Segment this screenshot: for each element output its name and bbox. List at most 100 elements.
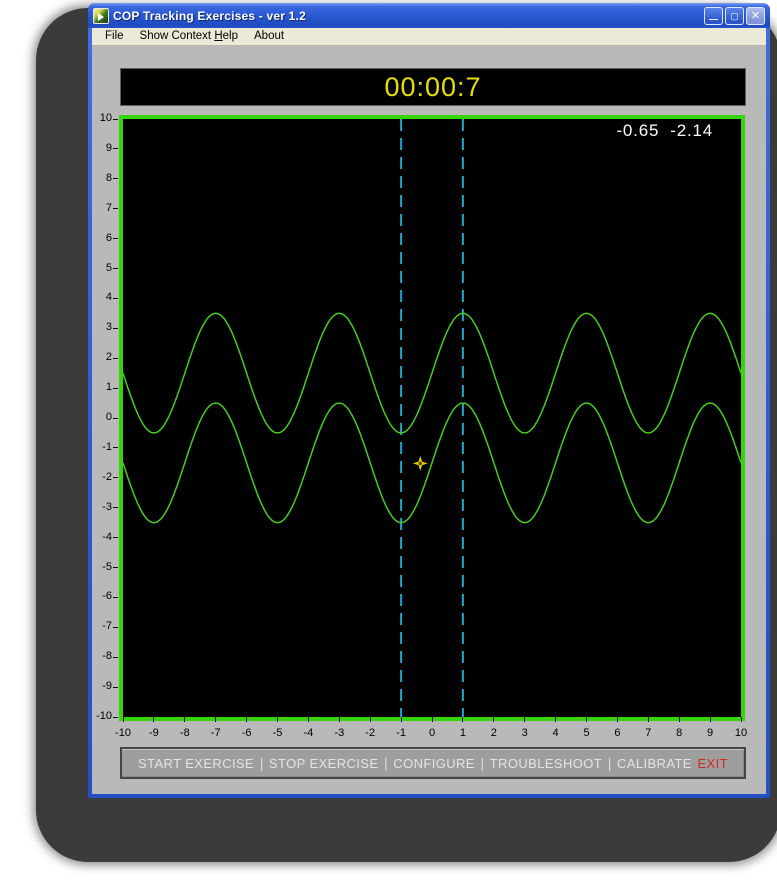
y-tick-mark <box>113 268 118 269</box>
y-tick-mark <box>113 657 118 658</box>
menu-item-about[interactable]: About <box>246 29 292 44</box>
y-tick-mark <box>113 687 118 688</box>
window-title: COP Tracking Exercises - ver 1.2 <box>113 9 704 23</box>
x-tick-label: 1 <box>448 727 478 740</box>
x-tick-label: -10 <box>108 727 138 740</box>
app-window: COP Tracking Exercises - ver 1.2 — ▢ ✕ F… <box>88 3 770 798</box>
lower-target-sine <box>123 403 741 523</box>
y-tick-label: -9 <box>92 680 112 693</box>
toolbar-button-troubleshoot[interactable]: TROUBLESHOOT <box>490 756 602 771</box>
y-tick-label: 3 <box>92 321 112 334</box>
cursor-readout: -0.65 -2.14 <box>616 121 713 141</box>
toolbar-button-configure[interactable]: CONFIGURE <box>393 756 475 771</box>
y-tick-mark <box>113 537 118 538</box>
close-button[interactable]: ✕ <box>746 7 765 25</box>
toolbar-button-exit[interactable]: EXIT <box>697 756 728 771</box>
toolbar-button-stop-exercise[interactable]: STOP EXERCISE <box>269 756 378 771</box>
x-tick-label: -2 <box>355 727 385 740</box>
x-tick-label: 8 <box>664 727 694 740</box>
close-icon: ✕ <box>751 10 760 22</box>
upper-target-sine <box>123 313 741 433</box>
menu-bar: File Show Context Help About <box>92 28 766 46</box>
x-tick-label: -6 <box>232 727 262 740</box>
cop-cursor-marker-center <box>419 462 422 465</box>
toolbar-separator: | <box>480 755 484 771</box>
y-tick-mark <box>113 178 118 179</box>
maximize-button[interactable]: ▢ <box>725 7 744 25</box>
toolbar-button-calibrate[interactable]: CALIBRATE <box>617 756 692 771</box>
y-tick-label: -7 <box>92 620 112 633</box>
y-tick-label: -3 <box>92 501 112 514</box>
y-tick-label: 0 <box>92 411 112 424</box>
menu-item-show-context-help[interactable]: Show Context Help <box>132 29 246 44</box>
timer-value: 00:00:7 <box>384 72 481 103</box>
x-tick-label: -8 <box>170 727 200 740</box>
x-tick-label: 9 <box>695 727 725 740</box>
minimize-button[interactable]: — <box>704 7 723 25</box>
y-tick-label: -6 <box>92 590 112 603</box>
x-tick-label: -7 <box>201 727 231 740</box>
minimize-icon: — <box>709 11 718 27</box>
toolbar-separator: | <box>260 755 264 771</box>
maximize-icon: ▢ <box>730 11 739 21</box>
x-tick-label: -5 <box>263 727 293 740</box>
y-tick-label: -10 <box>92 710 112 723</box>
y-tick-label: 6 <box>92 232 112 245</box>
y-tick-mark <box>113 358 118 359</box>
x-tick-label: -4 <box>293 727 323 740</box>
y-tick-mark <box>113 238 118 239</box>
x-tick-label: 7 <box>633 727 663 740</box>
y-tick-label: 5 <box>92 262 112 275</box>
y-tick-label: -8 <box>92 650 112 663</box>
y-tick-mark <box>113 148 118 149</box>
menu-item-label: elp <box>223 30 238 42</box>
y-tick-mark <box>113 477 118 478</box>
y-tick-mark <box>113 388 118 389</box>
y-tick-mark <box>113 567 118 568</box>
toolbar-separator: | <box>608 755 612 771</box>
y-tick-label: 2 <box>92 351 112 364</box>
y-tick-label: 9 <box>92 142 112 155</box>
x-tick-label: 0 <box>417 727 447 740</box>
y-tick-label: -2 <box>92 471 112 484</box>
y-tick-mark <box>113 208 118 209</box>
toolbar: START EXERCISE | STOP EXERCISE | CONFIGURE | T… <box>120 747 746 779</box>
app-icon <box>93 8 109 24</box>
y-tick-label: -4 <box>92 531 112 544</box>
client-area: 00:00:7 -0.65 -2.14 109876543210-1-2-3-4… <box>92 46 766 794</box>
y-tick-label: 7 <box>92 202 112 215</box>
y-tick-mark <box>113 447 118 448</box>
y-tick-label: -5 <box>92 561 112 574</box>
x-tick-label: 10 <box>726 727 756 740</box>
y-tick-mark <box>113 507 118 508</box>
y-tick-mark <box>113 328 118 329</box>
y-tick-label: -1 <box>92 441 112 454</box>
x-tick-label: -3 <box>324 727 354 740</box>
y-tick-label: 4 <box>92 291 112 304</box>
menu-item-file[interactable]: File <box>97 29 132 44</box>
toolbar-button-start-exercise[interactable]: START EXERCISE <box>138 756 254 771</box>
title-bar[interactable]: COP Tracking Exercises - ver 1.2 — ▢ ✕ <box>88 3 770 28</box>
plot-canvas[interactable] <box>123 119 741 717</box>
x-tick-label: 2 <box>479 727 509 740</box>
y-tick-label: 8 <box>92 172 112 185</box>
window-controls: — ▢ ✕ <box>704 7 765 25</box>
x-tick-label: -9 <box>139 727 169 740</box>
toolbar-separator: | <box>384 755 388 771</box>
y-tick-mark <box>113 119 118 120</box>
x-tick-label: 5 <box>572 727 602 740</box>
timer-display: 00:00:7 <box>120 68 746 106</box>
x-tick-label: -1 <box>386 727 416 740</box>
x-tick-label: 4 <box>541 727 571 740</box>
y-tick-label: 10 <box>92 112 112 125</box>
page-background: COP Tracking Exercises - ver 1.2 — ▢ ✕ F… <box>0 0 777 884</box>
y-tick-mark <box>113 298 118 299</box>
plot-frame: -0.65 -2.14 <box>119 115 745 721</box>
menu-item-label: Show Context <box>140 30 215 42</box>
y-tick-label: 1 <box>92 381 112 394</box>
y-tick-mark <box>113 627 118 628</box>
x-tick-label: 3 <box>510 727 540 740</box>
y-tick-mark <box>113 597 118 598</box>
x-tick-label: 6 <box>602 727 632 740</box>
y-tick-mark <box>113 418 118 419</box>
